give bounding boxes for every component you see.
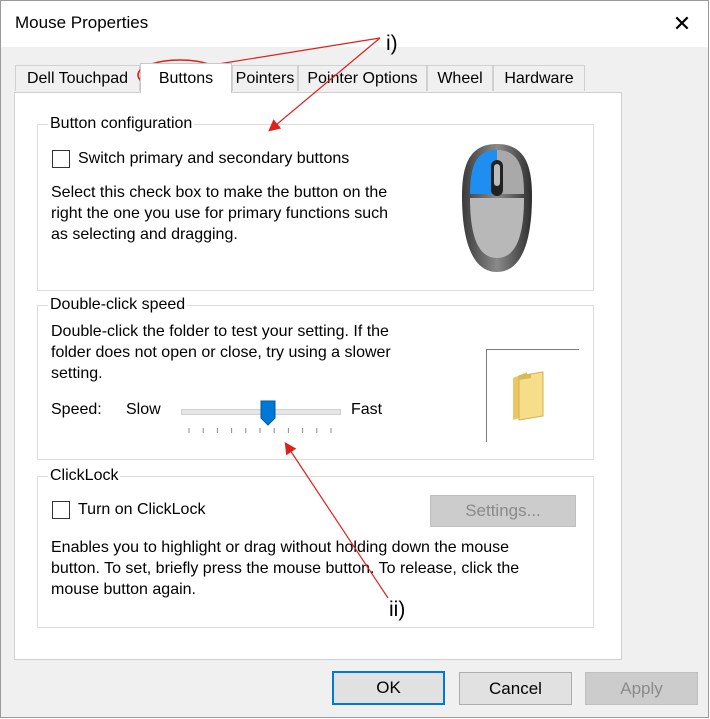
annotation-label-i: i) bbox=[386, 32, 398, 55]
double-click-desc-3: setting. bbox=[51, 365, 103, 382]
tab-buttons[interactable]: Buttons bbox=[140, 63, 232, 93]
tab-pointer-options[interactable]: Pointer Options bbox=[298, 65, 427, 91]
speed-label: Speed: bbox=[51, 401, 102, 418]
button-config-desc-3: as selecting and dragging. bbox=[51, 226, 238, 243]
fast-label: Fast bbox=[351, 401, 383, 418]
button-config-desc-1: Select this check box to make the button… bbox=[51, 184, 388, 201]
buttons-tab-panel: Button configuration Switch primary and … bbox=[14, 92, 622, 660]
speed-slider-ticks bbox=[188, 428, 332, 433]
switch-buttons-label: Switch primary and secondary buttons bbox=[78, 150, 350, 167]
mouse-properties-window: Mouse Properties ✕ Dell Touchpad Buttons… bbox=[0, 0, 709, 718]
button-config-desc-2: right the one you use for primary functi… bbox=[51, 205, 389, 222]
switch-buttons-checkbox[interactable] bbox=[52, 150, 70, 168]
clicklock-legend: ClickLock bbox=[48, 466, 121, 486]
double-click-desc-2: folder does not open or close, try using… bbox=[51, 344, 391, 361]
clicklock-label: Turn on ClickLock bbox=[78, 501, 206, 518]
double-click-desc-1: Double-click the folder to test your set… bbox=[51, 323, 389, 340]
clicklock-settings-button[interactable]: Settings... bbox=[430, 495, 576, 527]
apply-button[interactable]: Apply bbox=[585, 672, 698, 705]
clicklock-desc-2: button. To set, briefly press the mouse … bbox=[51, 560, 520, 577]
double-click-speed-legend: Double-click speed bbox=[48, 295, 188, 315]
annotation-label-ii: ii) bbox=[389, 598, 406, 621]
double-click-speed-group: Double-click speed Double-click the fold… bbox=[37, 295, 594, 460]
button-configuration-legend: Button configuration bbox=[48, 114, 195, 134]
slow-label: Slow bbox=[126, 401, 161, 418]
tab-pointers[interactable]: Pointers bbox=[232, 65, 298, 91]
cancel-button[interactable]: Cancel bbox=[459, 672, 572, 705]
folder-icon bbox=[513, 371, 544, 421]
button-configuration-group: Button configuration Switch primary and … bbox=[37, 114, 594, 291]
clicklock-desc-1: Enables you to highlight or drag without… bbox=[51, 539, 510, 556]
clicklock-checkbox[interactable] bbox=[52, 501, 70, 519]
tab-wheel[interactable]: Wheel bbox=[427, 65, 493, 91]
close-icon[interactable]: ✕ bbox=[662, 5, 702, 43]
window-title: Mouse Properties bbox=[15, 13, 149, 32]
tab-hardware[interactable]: Hardware bbox=[493, 65, 585, 91]
tab-dell-touchpad[interactable]: Dell Touchpad bbox=[15, 65, 140, 91]
ok-button[interactable]: OK bbox=[332, 671, 445, 705]
title-bar: Mouse Properties ✕ bbox=[1, 1, 708, 47]
mouse-icon bbox=[462, 144, 532, 272]
clicklock-group: ClickLock Turn on ClickLock Settings... … bbox=[37, 466, 594, 628]
speed-slider-thumb[interactable] bbox=[260, 400, 276, 426]
clicklock-desc-3: mouse button again. bbox=[51, 581, 196, 598]
folder-test-area[interactable] bbox=[486, 349, 579, 442]
